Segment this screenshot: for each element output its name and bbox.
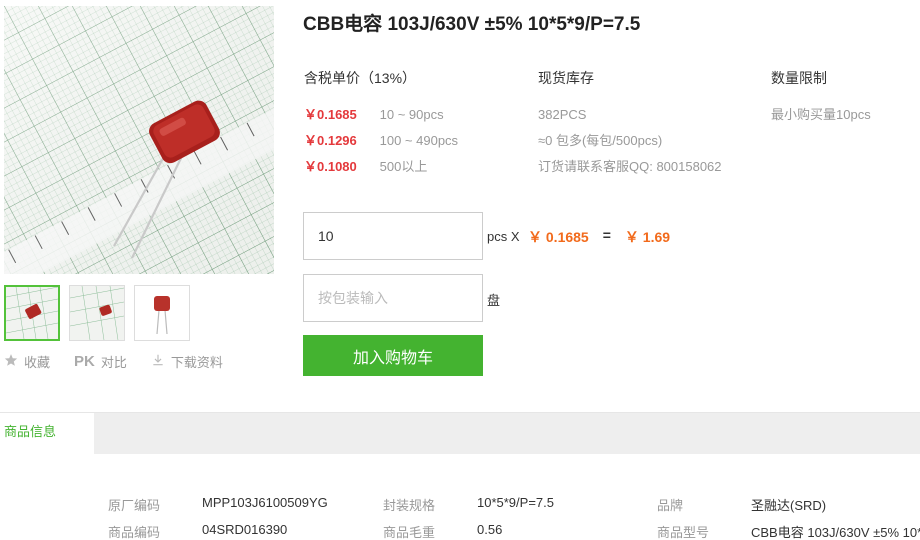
calc-equals: = <box>602 227 611 243</box>
stock-count: 382PCS <box>538 107 587 122</box>
info-value: MPP103J6100509YG <box>202 495 328 510</box>
tier-price: ￥0.1080 <box>304 159 357 174</box>
thumbnail-3[interactable] <box>134 285 190 341</box>
info-value: 0.56 <box>477 522 503 537</box>
pk-icon: PK <box>74 353 95 370</box>
calc-unit-price: ￥ 0.1685 <box>528 229 589 245</box>
stock-contact: 订货请联系客服QQ: 800158062 <box>538 159 722 174</box>
info-label: 商品型号 <box>657 525 710 540</box>
limit-header: 数量限制 <box>771 70 827 86</box>
download-icon <box>151 353 165 370</box>
compare-action[interactable]: PK 对比 <box>74 352 127 371</box>
info-label: 品牌 <box>657 498 684 513</box>
product-title: CBB电容 103J/630V ±5% 10*5*9/P=7.5 <box>303 14 641 35</box>
tier-price: ￥0.1296 <box>304 133 357 148</box>
favorite-label: 收藏 <box>24 355 51 370</box>
add-to-cart-button[interactable]: 加入购物车 <box>303 335 483 376</box>
calc-total: ￥ 1.69 <box>624 229 671 245</box>
compare-label: 对比 <box>100 355 127 370</box>
product-main-image <box>4 6 274 274</box>
pack-unit: 盘 <box>487 293 501 308</box>
tier-price: ￥0.1685 <box>304 107 357 122</box>
pack-quantity-input[interactable] <box>303 274 483 322</box>
detail-tab-bar: 商品信息 <box>0 412 920 454</box>
download-action[interactable]: 下载资料 <box>151 352 223 371</box>
star-icon <box>4 353 18 370</box>
info-label: 商品编码 <box>108 525 161 540</box>
info-label: 商品毛重 <box>383 525 436 540</box>
unit-price-header: 含税单价（13%） <box>304 70 417 86</box>
info-value: 圣融达(SRD) <box>751 498 827 513</box>
price-tier-row: ￥0.1685 10 ~ 90pcs <box>304 102 458 128</box>
stock-header: 现货库存 <box>538 70 594 86</box>
quantity-input[interactable] <box>303 212 483 260</box>
price-calculation: ￥ 0.1685 = ￥ 1.69 <box>528 227 670 247</box>
thumbnail-image <box>70 286 124 340</box>
thumbnail-strip <box>4 285 190 341</box>
min-order: 最小购买量10pcs <box>771 107 871 122</box>
thumbnail-2[interactable] <box>69 285 125 341</box>
info-value: 04SRD016390 <box>202 522 288 537</box>
thumbnail-image <box>6 287 58 339</box>
price-tier-row: ￥0.1080 500以上 <box>304 154 458 180</box>
product-actions: 收藏 PK 对比 下载资料 <box>4 352 223 371</box>
tier-range: 100 ~ 490pcs <box>379 133 459 148</box>
thumbnail-image <box>135 286 189 340</box>
capacitor-photo <box>4 6 274 274</box>
info-value: 10*5*9/P=7.5 <box>477 495 554 510</box>
price-tiers: 含税单价（13%） ￥0.1685 10 ~ 90pcs ￥0.1296 100… <box>304 68 458 180</box>
stock-packs: ≈0 包多(每包/500pcs) <box>538 133 663 148</box>
tab-product-info[interactable]: 商品信息 <box>0 413 94 454</box>
info-label: 封装规格 <box>383 498 436 513</box>
favorite-action[interactable]: 收藏 <box>4 352 50 371</box>
tier-range: 500以上 <box>379 159 428 174</box>
price-tier-row: ￥0.1296 100 ~ 490pcs <box>304 128 458 154</box>
stock-info: 现货库存 382PCS ≈0 包多(每包/500pcs) 订货请联系客服QQ: … <box>538 68 722 180</box>
info-label: 原厂编码 <box>108 498 161 513</box>
qty-unit: pcs X <box>487 229 520 244</box>
tier-range: 10 ~ 90pcs <box>379 107 444 122</box>
quantity-limit: 数量限制 最小购买量10pcs <box>771 68 871 128</box>
info-value: CBB电容 103J/630V ±5% 10*5*9/P=7.5 <box>751 525 920 540</box>
thumbnail-1[interactable] <box>4 285 60 341</box>
download-label: 下载资料 <box>170 355 223 370</box>
